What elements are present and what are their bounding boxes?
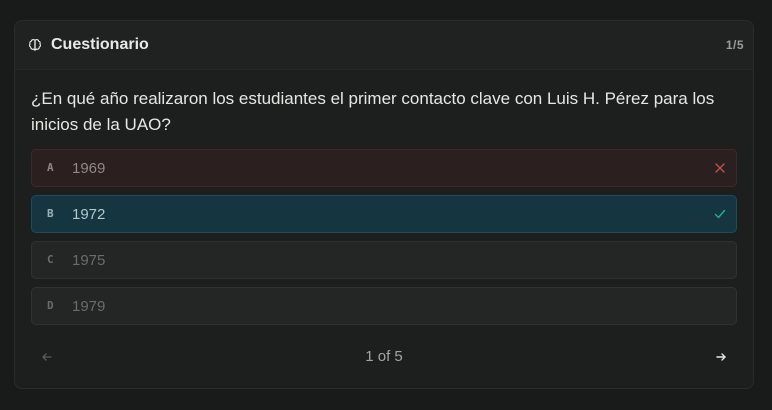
quiz-header: Cuestionario 1/5 bbox=[15, 21, 753, 70]
option-value: 1979 bbox=[72, 298, 106, 315]
option-b[interactable]: B 1972 bbox=[31, 195, 737, 233]
option-value: 1972 bbox=[72, 206, 106, 223]
option-letter: A bbox=[47, 161, 54, 174]
question-counter: 1/5 bbox=[725, 38, 744, 52]
option-value: 1975 bbox=[72, 252, 106, 269]
option-letter: B bbox=[47, 207, 54, 220]
option-d[interactable]: D 1979 bbox=[31, 287, 737, 325]
arrow-right-icon[interactable] bbox=[713, 349, 729, 365]
option-letter: C bbox=[47, 253, 54, 266]
option-a[interactable]: A 1969 bbox=[31, 149, 737, 187]
quiz-title: Cuestionario bbox=[51, 36, 149, 53]
option-value: 1969 bbox=[72, 160, 106, 177]
pagination-label: 1 of 5 bbox=[365, 348, 403, 365]
question-text: ¿En qué año realizaron los estudiantes e… bbox=[31, 89, 715, 134]
brain-icon bbox=[28, 39, 42, 51]
quiz-card: Cuestionario 1/5 ¿En qué año realizaron … bbox=[14, 20, 754, 389]
option-letter: D bbox=[47, 299, 54, 312]
check-icon bbox=[714, 209, 726, 219]
x-icon bbox=[715, 163, 725, 173]
option-c[interactable]: C 1975 bbox=[31, 241, 737, 279]
